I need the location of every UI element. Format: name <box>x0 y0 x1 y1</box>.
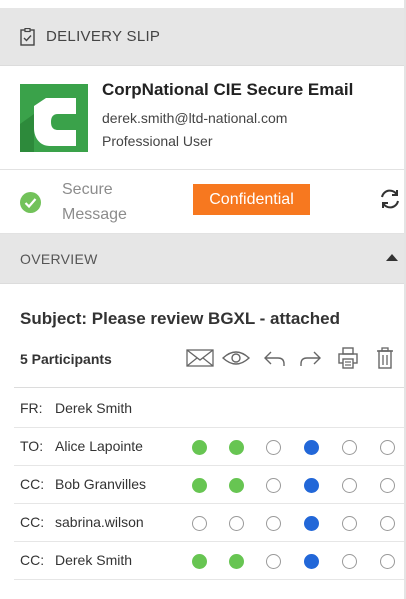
collapse-arrow-icon[interactable] <box>386 254 398 261</box>
trash-icon[interactable] <box>376 347 394 369</box>
status-dot-reply-empty <box>266 516 281 531</box>
sender-card: CorpNational CIE Secure Email derek.smit… <box>0 66 404 170</box>
participants-divider <box>14 387 404 388</box>
overview-section-header[interactable]: OVERVIEW <box>0 234 404 284</box>
status-dot-trash-empty <box>380 554 395 569</box>
eye-icon[interactable] <box>222 347 250 369</box>
status-dot-reply-empty <box>266 554 281 569</box>
recipient-name: sabrina.wilson <box>55 514 144 530</box>
status-dot-eye-green <box>229 554 244 569</box>
company-logo <box>20 84 88 152</box>
delivery-slip-panel: DELIVERY SLIP CorpNational CIE Secure Em… <box>0 0 406 599</box>
recipient-role: CC: <box>20 514 45 530</box>
status-dot-reply-empty <box>266 440 281 455</box>
status-dot-envelope-green <box>192 478 207 493</box>
status-dot-eye-green <box>229 478 244 493</box>
status-dot-envelope-empty <box>192 516 207 531</box>
header-title: DELIVERY SLIP <box>46 28 161 45</box>
recipient-name: Derek Smith <box>55 552 133 568</box>
status-dot-eye-green <box>229 440 244 455</box>
recipient-name: Alice Lapointe <box>55 438 143 454</box>
status-dot-envelope-green <box>192 554 207 569</box>
print-icon[interactable] <box>338 347 358 369</box>
recipient-name: Bob Granvilles <box>55 476 147 492</box>
recipient-role: FR: <box>20 400 43 416</box>
security-status-row: Secure Message Confidential <box>0 170 404 234</box>
refresh-icon[interactable] <box>378 187 402 211</box>
recipient-role: TO: <box>20 438 44 454</box>
recipient-role: CC: <box>20 476 45 492</box>
overview-label: OVERVIEW <box>20 250 98 267</box>
status-dot-forward-blue <box>304 516 319 531</box>
status-dot-trash-empty <box>380 516 395 531</box>
sender-role: Professional User <box>102 133 213 149</box>
reply-icon[interactable] <box>262 347 286 369</box>
status-dot-forward-blue <box>304 440 319 455</box>
recipient-row: FR: Derek Smith <box>0 390 404 428</box>
recipient-row: CC: Bob Granvilles <box>0 466 404 504</box>
status-dot-print-empty <box>342 516 357 531</box>
recipient-row: CC: sabrina.wilson <box>0 504 404 542</box>
status-dot-trash-empty <box>380 440 395 455</box>
participants-count: 5 Participants <box>20 351 112 367</box>
message-subject: Subject: Please review BGXL - attached <box>20 309 340 328</box>
row-divider <box>14 579 404 580</box>
sender-email: derek.smith@ltd-national.com <box>102 110 288 126</box>
status-dot-reply-empty <box>266 478 281 493</box>
recipient-row: TO: Alice Lapointe <box>0 428 404 466</box>
delivery-slip-header: DELIVERY SLIP <box>0 8 404 66</box>
recipient-name: Derek Smith <box>55 400 133 416</box>
envelope-icon[interactable] <box>186 347 214 369</box>
forward-icon[interactable] <box>299 347 323 369</box>
status-dot-print-empty <box>342 554 357 569</box>
checklist-icon <box>20 27 35 46</box>
status-dot-forward-blue <box>304 478 319 493</box>
sender-name: CorpNational CIE Secure Email <box>102 80 354 99</box>
secure-message-label: Secure Message <box>62 181 127 223</box>
status-dot-trash-empty <box>380 478 395 493</box>
status-dot-forward-blue <box>304 554 319 569</box>
classification-badge: Confidential <box>193 184 310 215</box>
recipient-row: CC: Derek Smith <box>0 542 404 580</box>
recipient-role: CC: <box>20 552 45 568</box>
status-dot-envelope-green <box>192 440 207 455</box>
status-dot-print-empty <box>342 440 357 455</box>
status-dot-eye-empty <box>229 516 244 531</box>
status-dot-print-empty <box>342 478 357 493</box>
check-circle-icon <box>20 192 41 213</box>
